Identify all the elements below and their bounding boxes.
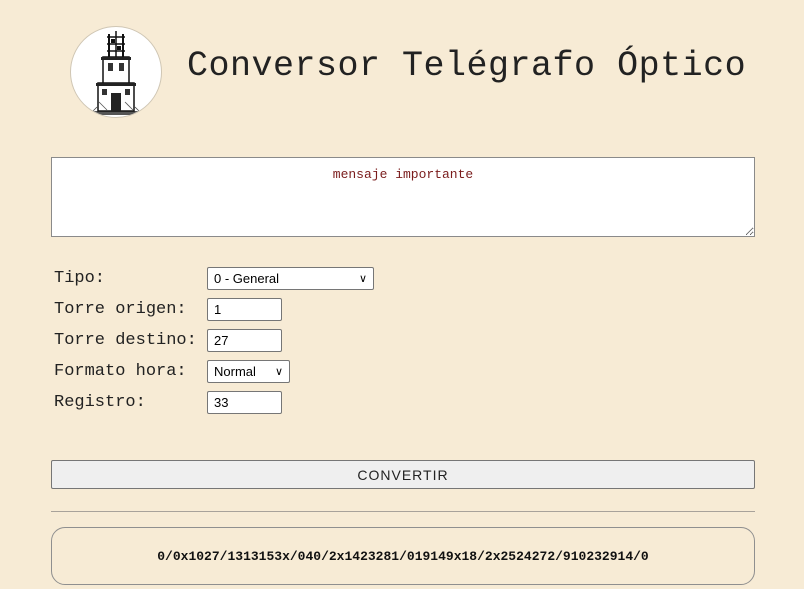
tipo-select-value: 0 - General [214,271,280,286]
result-output: 0/0x1027/1313153x/040/2x1423281/019149x1… [51,527,755,585]
formato-hora-select-value: Normal [214,364,256,379]
torre-origen-label: Torre origen: [54,300,187,319]
divider [51,511,755,512]
registro-label: Registro: [54,393,146,412]
chevron-down-icon: ∨ [358,273,367,285]
torre-destino-input[interactable]: 27 [207,329,282,352]
chevron-down-icon: ∨ [274,366,283,378]
page-title: Conversor Telégrafo Óptico [187,46,747,86]
torre-destino-label: Torre destino: [54,331,197,350]
telegraph-tower-icon [70,26,162,118]
message-input[interactable]: mensaje importante [51,157,755,237]
tipo-label: Tipo: [54,269,106,288]
page: Conversor Telégrafo Óptico mensaje impor… [0,0,804,589]
convert-button[interactable]: CONVERTIR [51,460,755,489]
torre-origen-input[interactable]: 1 [207,298,282,321]
formato-hora-select[interactable]: Normal ∨ [207,360,290,383]
formato-hora-label: Formato hora: [54,362,187,381]
tipo-select[interactable]: 0 - General ∨ [207,267,374,290]
result-code: 0/0x1027/1313153x/040/2x1423281/019149x1… [157,548,649,564]
registro-input[interactable]: 33 [207,391,282,414]
